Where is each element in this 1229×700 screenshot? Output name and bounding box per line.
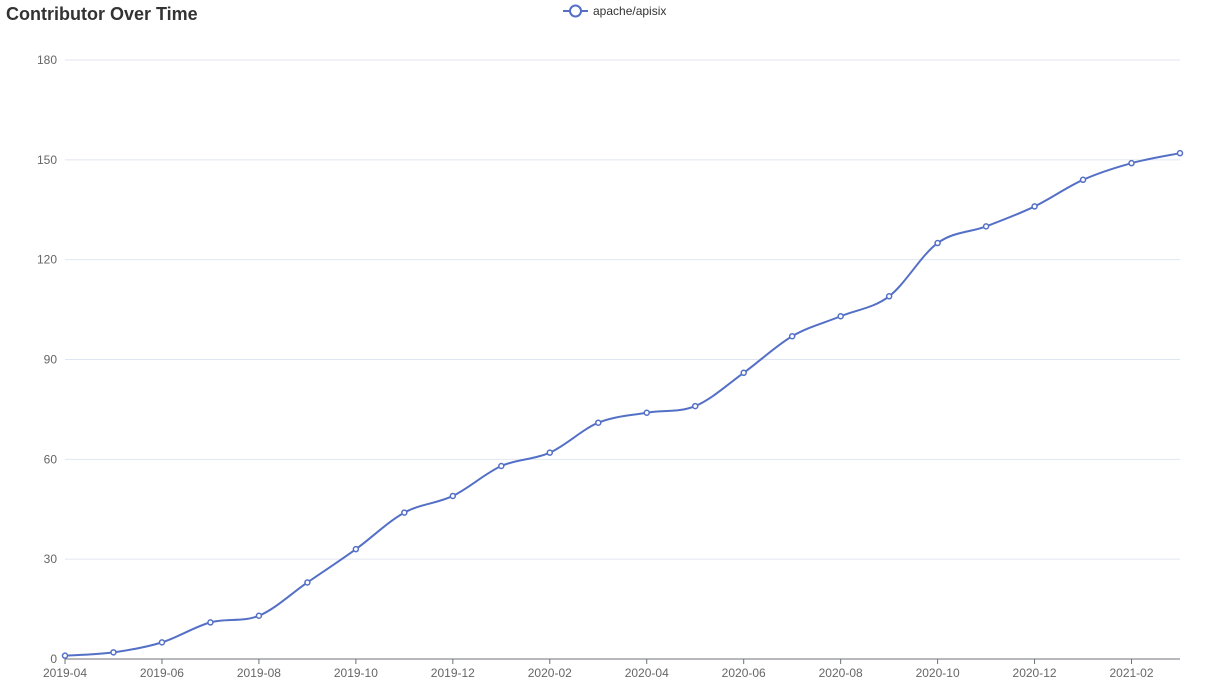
y-axis-tick-labels: 0 30 60 90 120 150 180 [37,53,57,666]
x-tick-label: 2020-08 [819,666,863,680]
x-tick-label: 2019-12 [431,666,475,680]
line-chart: 0306090120150180 2019-04 2019-06 2019-08 20… [37,53,1184,680]
data-point[interactable] [934,239,941,247]
x-tick-label: 2020-04 [625,666,669,680]
y-tick-label: 30 [44,552,58,566]
legend-item-apache-apisix[interactable]: apache/apisix [563,3,666,19]
x-axis-tick-labels: 2019-04 2019-06 2019-08 2019-10 2019-12 2020-… [43,666,1154,680]
data-point[interactable] [158,639,166,646]
grid-lines [65,59,1180,560]
data-point[interactable] [788,332,796,340]
y-tick-label: 120 [37,253,57,267]
data-point[interactable] [498,462,505,470]
x-tick-label: 2020-10 [916,666,960,680]
data-point[interactable] [885,293,893,300]
data-point[interactable] [207,619,214,626]
data-point[interactable] [643,409,650,416]
x-tick-label: 2020-06 [722,666,766,680]
data-point[interactable] [1128,159,1135,167]
data-point[interactable] [61,652,69,659]
legend-line-marker-icon [563,4,588,18]
x-tick-label: 2020-12 [1013,666,1057,680]
data-point[interactable] [982,223,990,230]
y-tick-label: 180 [37,53,57,67]
x-tick-label: 2020-02 [528,666,572,680]
x-axis [64,658,1180,664]
chart-title: Contributor Over Time [6,4,198,24]
data-point[interactable] [740,369,747,377]
data-point[interactable] [352,545,360,553]
series-apache-apisix [61,149,1184,659]
data-point[interactable] [110,649,117,656]
data-point[interactable] [401,509,408,516]
data-point[interactable] [449,492,457,500]
data-point[interactable] [1079,176,1087,184]
y-tick-label: 90 [44,353,58,367]
y-tick-label: 150 [37,153,57,167]
x-tick-label: 2019-08 [237,666,281,680]
x-tick-label: 2019-04 [43,666,87,680]
data-point[interactable] [691,402,699,410]
y-tick-label: 60 [44,452,58,466]
data-point[interactable] [304,579,311,586]
legend-label: apache/apisix [593,4,667,18]
data-point[interactable] [1031,203,1038,210]
data-point[interactable] [255,612,263,619]
x-tick-label: 2019-10 [334,666,378,680]
data-point[interactable] [595,419,602,426]
x-tick-label: 2021-02 [1109,666,1153,680]
series-line [64,152,1181,657]
data-point[interactable] [1176,149,1184,157]
x-tick-label: 2019-06 [140,666,184,680]
y-tick-label: 0 [50,652,57,666]
data-point[interactable] [546,449,554,456]
data-point[interactable] [837,312,844,320]
